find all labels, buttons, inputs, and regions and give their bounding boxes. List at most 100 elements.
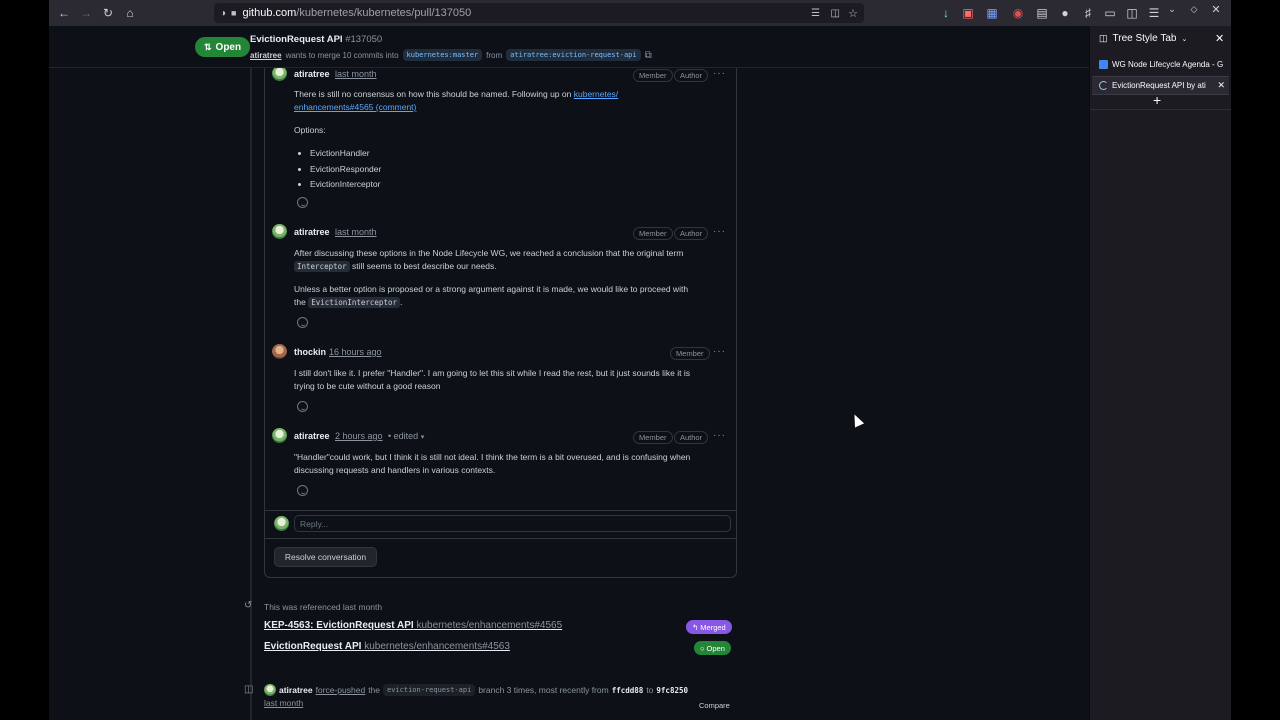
- browser-window: ← → ↻ ⌂ ◑ ■ github.com/kubernetes/kubern…: [49, 0, 1231, 720]
- comment-text: .: [400, 297, 403, 307]
- translate-icon[interactable]: ◫: [831, 8, 840, 19]
- minimize-icon[interactable]: ⌄: [1161, 0, 1183, 20]
- push-branch[interactable]: eviction-request-api: [383, 684, 476, 696]
- pr-from-text: from: [486, 50, 503, 60]
- screen: ← → ↻ ⌂ ◑ ■ github.com/kubernetes/kubern…: [0, 0, 1280, 720]
- maximize-icon[interactable]: ◇: [1183, 0, 1205, 20]
- github-page: ⇅ Open EvictionRequest API #137050 atira…: [49, 26, 1089, 720]
- member-label: Member: [670, 347, 710, 360]
- avatar[interactable]: [272, 428, 287, 443]
- push-text: branch 3 times, most recently from: [478, 685, 609, 695]
- extensions-puzzle-icon[interactable]: ♯: [1077, 2, 1099, 24]
- bookmark-star-icon[interactable]: ☆: [848, 7, 858, 20]
- to-sha[interactable]: 9fc8250: [656, 686, 688, 695]
- add-reaction-icon[interactable]: [297, 485, 308, 496]
- pr-author-link[interactable]: atiratree: [250, 51, 282, 60]
- docs-favicon-icon: [1099, 60, 1108, 69]
- reader-icon[interactable]: ☰: [811, 8, 820, 19]
- forward-icon[interactable]: →: [75, 2, 97, 24]
- referenced-pr-title: EvictionRequest API: [264, 641, 362, 652]
- extension-circle-icon[interactable]: ●: [1054, 2, 1076, 24]
- comment: thockin 16 hours ago Member ··· I still …: [265, 344, 738, 420]
- url-bar[interactable]: ◑ ■ github.com/kubernetes/kubernetes/pul…: [214, 3, 864, 23]
- new-tab-plus-icon[interactable]: +: [1153, 92, 1161, 108]
- comment-author[interactable]: atiratree: [294, 69, 330, 79]
- avatar[interactable]: [264, 684, 276, 696]
- comment-time[interactable]: 2 hours ago: [335, 431, 383, 441]
- push-text: the: [368, 685, 381, 695]
- download-icon[interactable]: ↓: [935, 2, 957, 24]
- avatar[interactable]: [272, 224, 287, 239]
- avatar[interactable]: [272, 344, 287, 359]
- referenced-pr-repo: kubernetes/enhancements#4565: [416, 620, 563, 631]
- browser-toolbar: ← → ↻ ⌂ ◑ ■ github.com/kubernetes/kubern…: [49, 0, 1231, 26]
- add-reaction-icon[interactable]: [297, 197, 308, 208]
- comment-menu-icon[interactable]: ···: [713, 346, 726, 357]
- options-list: EvictionHandler EvictionResponder Evicti…: [310, 146, 734, 193]
- sidebar-header[interactable]: ◫ Tree Style Tab ⌄: [1099, 33, 1187, 44]
- container-icon[interactable]: ▭: [1099, 2, 1121, 24]
- url-path: /kubernetes/kubernetes/pull/137050: [296, 7, 472, 19]
- comment-author[interactable]: atiratree: [294, 227, 330, 237]
- referenced-pr-link[interactable]: EvictionRequest API kubernetes/enhanceme…: [264, 641, 510, 652]
- edited-dropdown[interactable]: • edited ▾: [388, 431, 424, 441]
- push-text: to: [646, 685, 654, 695]
- extension-red-icon[interactable]: ▣: [957, 2, 979, 24]
- comment-author[interactable]: thockin: [294, 347, 326, 357]
- chevron-down-icon: ⌄: [1181, 35, 1188, 43]
- reply-input[interactable]: Reply...: [294, 515, 731, 532]
- lock-icon[interactable]: ■: [231, 8, 236, 18]
- sidebar-close-icon[interactable]: ✕: [1215, 32, 1224, 45]
- back-icon[interactable]: ←: [53, 2, 75, 24]
- sidebar-tab[interactable]: WG Node Lifecycle Agenda - G: [1092, 55, 1229, 74]
- comment-author[interactable]: atiratree: [294, 431, 330, 441]
- comment-text: discussing requests and handlers in vari…: [294, 465, 496, 475]
- merge-icon: ↰: [692, 622, 699, 632]
- push-author[interactable]: atiratree: [279, 685, 313, 695]
- sidebar-toggle-icon[interactable]: ◫: [1121, 2, 1143, 24]
- list-item: EvictionHandler: [310, 146, 734, 162]
- add-reaction-icon[interactable]: [297, 401, 308, 412]
- home-icon[interactable]: ⌂: [119, 2, 141, 24]
- comment-time[interactable]: last month: [335, 69, 377, 79]
- referenced-pr-link[interactable]: KEP-4563: EvictionRequest API kubernetes…: [264, 620, 562, 631]
- compare-button[interactable]: Compare: [699, 701, 730, 710]
- base-branch[interactable]: kubernetes:master: [402, 49, 483, 61]
- reload-icon[interactable]: ↻: [97, 2, 119, 24]
- comment-menu-icon[interactable]: ···: [713, 68, 726, 79]
- avatar[interactable]: [272, 66, 287, 81]
- comment-text: After discussing these options in the No…: [294, 248, 684, 258]
- window-close-icon[interactable]: ✕: [1205, 0, 1227, 20]
- head-branch[interactable]: atiratree:eviction-request-api: [506, 49, 641, 61]
- comment-time[interactable]: 16 hours ago: [329, 347, 382, 357]
- pr-state-badge: ⇅ Open: [195, 37, 251, 57]
- copy-icon[interactable]: ⧉: [645, 50, 652, 61]
- enhancement-link[interactable]: kubernetes/: [574, 89, 618, 99]
- comment-body: I still don't like it. I prefer "Handler…: [294, 367, 734, 393]
- comment-text: I still don't like it. I prefer "Handler…: [294, 368, 690, 378]
- open-badge: ○ Open: [694, 641, 731, 655]
- pr-title: EvictionRequest API: [250, 34, 343, 45]
- comment: atiratree last month Member Author ··· A…: [265, 224, 738, 336]
- push-action-link[interactable]: force-pushed: [316, 685, 366, 695]
- referenced-pr-repo: kubernetes/enhancements#4563: [364, 641, 510, 652]
- enhancement-link-cont[interactable]: enhancements#4565 (comment): [294, 102, 416, 112]
- extension-translate-icon[interactable]: ▦: [981, 2, 1003, 24]
- add-reaction-icon[interactable]: [297, 317, 308, 328]
- extension-ublock-icon[interactable]: ◉: [1007, 2, 1029, 24]
- merged-badge: ↰ Merged: [686, 620, 732, 634]
- options-heading: Options:: [294, 125, 326, 135]
- extension-box-icon[interactable]: ▤: [1031, 2, 1053, 24]
- badge-label: Open: [706, 643, 725, 653]
- comment-menu-icon[interactable]: ···: [713, 430, 726, 441]
- comment: atiratree last month Member Author ··· T…: [265, 66, 738, 218]
- comment-menu-icon[interactable]: ···: [713, 226, 726, 237]
- tab-close-icon[interactable]: ✕: [1217, 80, 1225, 91]
- comment-text: There is still no consensus on how this …: [294, 89, 572, 99]
- from-sha[interactable]: ffcdd88: [612, 686, 644, 695]
- comment-time[interactable]: last month: [335, 227, 377, 237]
- resolve-conversation-button[interactable]: Resolve conversation: [274, 547, 377, 567]
- shield-icon[interactable]: ◑: [220, 8, 226, 19]
- push-time[interactable]: last month: [264, 698, 303, 708]
- list-item: EvictionInterceptor: [310, 177, 734, 193]
